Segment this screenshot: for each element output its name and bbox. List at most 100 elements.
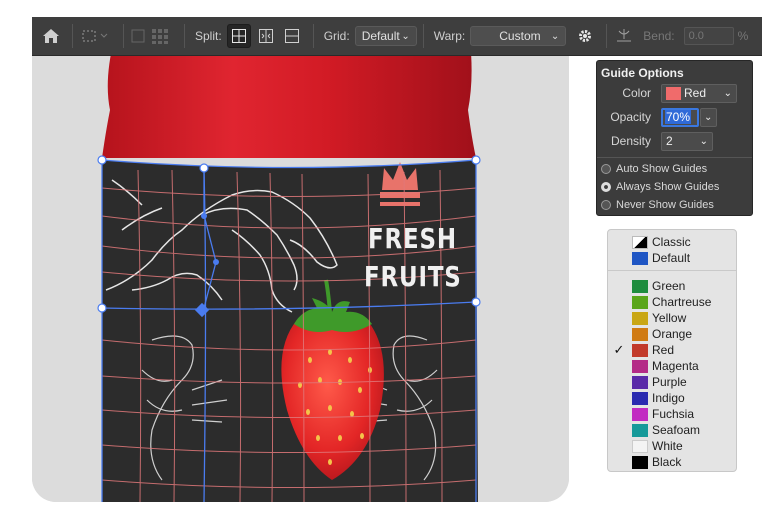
color-swatch: [632, 375, 648, 389]
color-swatch: [632, 251, 648, 265]
color-swatch: [632, 455, 648, 469]
split-crosswise-icon[interactable]: [226, 24, 251, 48]
split-vertical-icon[interactable]: [255, 25, 277, 47]
guide-options-divider: [597, 157, 752, 158]
home-icon[interactable]: [40, 25, 62, 47]
color-menu-item-green[interactable]: Green: [608, 278, 738, 294]
bend-unit: %: [737, 29, 749, 43]
warp-orientation-icon[interactable]: [613, 25, 635, 47]
toolbar-divider: [123, 24, 124, 48]
color-swatch: [632, 343, 648, 357]
color-swatch: [632, 327, 648, 341]
color-swatch: [632, 359, 648, 373]
grid-label: Grid:: [323, 29, 350, 43]
never-show-guides-label: Never Show Guides: [616, 199, 714, 211]
label-title-line2: FRUITS: [364, 260, 462, 293]
guide-color-menu: Classic Default Green Chartreuse Yellow …: [607, 229, 737, 472]
color-menu-label: Classic: [652, 235, 691, 249]
warp-select-value: Custom: [499, 29, 541, 43]
auto-show-guides-label: Auto Show Guides: [616, 163, 708, 175]
never-show-guides-option[interactable]: Never Show Guides: [601, 197, 714, 213]
bend-label: Bend:: [643, 29, 675, 43]
toolbar-divider: [312, 24, 314, 48]
warp-tool-icon[interactable]: [79, 25, 113, 47]
color-menu-label: Purple: [652, 375, 687, 389]
color-menu-label: Magenta: [652, 359, 699, 373]
toolbar-divider: [606, 24, 608, 48]
color-menu-item-yellow[interactable]: Yellow: [608, 310, 738, 326]
color-menu-label: Fuchsia: [652, 407, 695, 421]
guide-color-swatch: [666, 86, 681, 100]
color-menu-item-red[interactable]: ✓ Red: [608, 342, 738, 358]
bottle-neck: [102, 40, 476, 158]
chevron-down-icon: ⌄: [401, 30, 410, 42]
guide-opacity-field[interactable]: 70%: [661, 107, 699, 127]
warp-select[interactable]: Custom ⌄: [470, 26, 567, 46]
guide-density-value: 2: [666, 134, 673, 148]
color-menu-label: Chartreuse: [652, 295, 712, 309]
color-swatch: [632, 391, 648, 405]
color-menu-label: Green: [652, 279, 686, 293]
color-menu-label: Seafoam: [652, 423, 701, 437]
color-menu-item-purple[interactable]: Purple: [608, 374, 738, 390]
guide-options-title: Guide Options: [601, 66, 684, 80]
guide-opacity-dropdown[interactable]: ⌄: [700, 107, 717, 127]
radio-button[interactable]: [601, 164, 611, 174]
toolbar-divider: [72, 24, 73, 48]
guide-color-label: Color: [622, 86, 651, 100]
color-menu-label: Indigo: [652, 391, 685, 405]
radio-button-selected[interactable]: [601, 182, 611, 192]
guide-opacity-row: Opacity 70% ⌄: [597, 107, 754, 127]
label-title-line1: FRESH: [368, 222, 457, 255]
toolbar-divider: [422, 24, 424, 48]
always-show-guides-option[interactable]: Always Show Guides: [601, 179, 719, 195]
color-menu-item-fuchsia[interactable]: Fuchsia: [608, 406, 738, 422]
color-swatch: [632, 279, 648, 293]
color-menu-label: White: [652, 439, 683, 453]
color-swatch: [632, 407, 648, 421]
color-menu-label: Yellow: [652, 311, 687, 325]
grid-preset-icon[interactable]: [130, 25, 174, 47]
color-menu-item-orange[interactable]: Orange: [608, 326, 738, 342]
radio-button[interactable]: [601, 200, 611, 210]
auto-show-guides-option[interactable]: Auto Show Guides: [601, 161, 707, 177]
guide-color-select[interactable]: Red ⌄: [661, 83, 737, 103]
color-menu-label: Red: [652, 343, 675, 357]
guide-options-panel: Guide Options Color Red ⌄ Opacity 70% ⌄ …: [596, 60, 753, 216]
color-menu-item-indigo[interactable]: Indigo: [608, 390, 738, 406]
guide-opacity-value: 70%: [665, 110, 692, 124]
color-menu-item-magenta[interactable]: Magenta: [608, 358, 738, 374]
split-label: Split:: [195, 29, 222, 43]
color-swatch: [632, 311, 648, 325]
guide-density-label: Density: [610, 134, 651, 148]
guide-density-select[interactable]: 2 ⌄: [661, 131, 713, 151]
toolbar-divider: [184, 24, 185, 48]
color-menu-item-seafoam[interactable]: Seafoam: [608, 422, 738, 438]
color-menu-label: Black: [652, 455, 682, 469]
guide-color-row: Color Red ⌄: [597, 83, 754, 103]
bend-input[interactable]: 0.0: [683, 27, 734, 45]
checkmark-icon: ✓: [613, 342, 625, 357]
chevron-down-icon: ⌄: [550, 30, 560, 42]
color-menu-item-default[interactable]: Default: [608, 250, 738, 266]
color-menu-item-black[interactable]: Black: [608, 454, 738, 470]
chevron-down-icon: ⌄: [723, 87, 732, 99]
warp-label: Warp:: [433, 29, 466, 43]
grid-select[interactable]: Default ⌄: [354, 26, 417, 46]
color-menu-item-classic[interactable]: Classic: [608, 234, 738, 250]
split-horizontal-icon[interactable]: [281, 25, 303, 47]
guide-density-row: Density 2 ⌄: [597, 131, 754, 151]
color-swatch: [632, 439, 648, 453]
bend-input-value: 0.0: [688, 30, 704, 42]
color-menu-item-chartreuse[interactable]: Chartreuse: [608, 294, 738, 310]
color-swatch: [632, 295, 648, 309]
color-menu-item-white[interactable]: White: [608, 438, 738, 454]
always-show-guides-label: Always Show Guides: [616, 181, 720, 193]
gear-icon[interactable]: [574, 25, 596, 47]
document-canvas[interactable]: FRESH FRUITS: [32, 40, 569, 502]
color-menu-label: Default: [652, 251, 691, 265]
guide-opacity-label: Opacity: [610, 110, 651, 124]
classic-swatch-icon: [632, 235, 648, 249]
bottle-artwork[interactable]: [32, 40, 569, 502]
guide-color-value: Red: [684, 86, 707, 100]
